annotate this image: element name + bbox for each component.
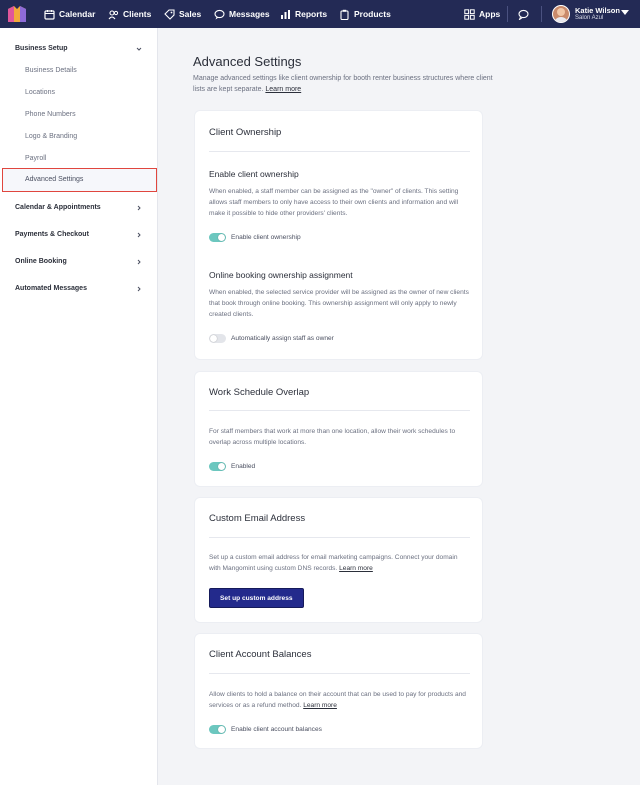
work-schedule-toggle-row[interactable]: Enabled [209, 462, 255, 471]
setting-description: When enabled, the selected service provi… [209, 289, 469, 318]
chat-bubble-icon [518, 9, 529, 20]
sidebar-item-business-details[interactable]: Business Details [25, 67, 77, 74]
card-title: Client Account Balances [209, 649, 312, 660]
tag-icon [164, 8, 175, 20]
setting-description: Set up a custom email address for email … [209, 554, 458, 572]
card-title: Work Schedule Overlap [209, 387, 310, 398]
chevron-down-icon[interactable] [621, 10, 629, 15]
client-ownership-card: Client Ownership Enable client ownership… [194, 110, 483, 360]
page-title: Advanced Settings [193, 54, 302, 69]
chevron-right-icon[interactable] [136, 205, 142, 211]
sidebar-item-advanced-settings[interactable]: Advanced Settings [2, 168, 157, 192]
chat-button[interactable] [518, 0, 533, 28]
sidebar-item-logo-branding[interactable]: Logo & Branding [25, 133, 77, 140]
nav-clients[interactable]: Clients [108, 0, 151, 28]
chevron-down-icon[interactable] [136, 46, 142, 52]
setting-description: When enabled, a staff member can be assi… [209, 188, 459, 217]
nav-apps[interactable]: Apps [464, 0, 500, 28]
card-title: Custom Email Address [209, 513, 306, 524]
learn-more-link[interactable]: Learn more [339, 565, 373, 572]
top-navigation-bar: Calendar Clients Sales Messages Reports … [0, 0, 640, 28]
sidebar-item-phone-numbers[interactable]: Phone Numbers [25, 111, 76, 118]
chevron-right-icon[interactable] [136, 232, 142, 238]
divider [209, 410, 470, 411]
sidebar-section-automated-messages[interactable]: Automated Messages [15, 285, 87, 292]
calendar-icon [44, 9, 55, 20]
sidebar-section-payments-checkout[interactable]: Payments & Checkout [15, 231, 89, 238]
chevron-right-icon[interactable] [136, 259, 142, 265]
work-schedule-overlap-card: Work Schedule Overlap For staff members … [194, 371, 483, 487]
clients-icon [108, 9, 119, 20]
setting-description: Allow clients to hold a balance on their… [209, 691, 466, 709]
sidebar: Business Setup Business Details Location… [0, 28, 158, 785]
user-org: Salon Azul [575, 14, 604, 21]
chat-icon [214, 9, 225, 20]
nav-reports[interactable]: Reports [280, 0, 327, 28]
setting-title: Enable client ownership [209, 169, 299, 179]
avatar [552, 5, 570, 23]
auto-assign-owner-toggle[interactable] [209, 334, 226, 343]
divider [209, 673, 470, 674]
work-schedule-overlap-toggle[interactable] [209, 462, 226, 471]
divider [209, 151, 470, 152]
sidebar-item-locations[interactable]: Locations [25, 89, 55, 96]
setting-title: Online booking ownership assignment [209, 270, 353, 280]
nav-calendar[interactable]: Calendar [44, 0, 95, 28]
sidebar-section-business-setup[interactable]: Business Setup [15, 45, 68, 52]
nav-messages[interactable]: Messages [214, 0, 270, 28]
chevron-right-icon[interactable] [136, 286, 142, 292]
setup-custom-address-button[interactable]: Set up custom address [209, 588, 304, 608]
nav-divider [507, 6, 508, 22]
auto-assign-owner-toggle-row[interactable]: Automatically assign staff as owner [209, 334, 334, 343]
sidebar-item-payroll[interactable]: Payroll [25, 155, 46, 162]
enable-client-ownership-toggle-row[interactable]: Enable client ownership [209, 233, 301, 242]
custom-email-card: Custom Email Address Set up a custom ema… [194, 497, 483, 623]
nav-sales[interactable]: Sales [164, 0, 201, 28]
setting-description: For staff members that work at more than… [209, 428, 456, 446]
sidebar-section-calendar-appointments[interactable]: Calendar & Appointments [15, 204, 101, 211]
user-menu[interactable]: Katie Wilson Salon Azul [552, 4, 620, 24]
account-balances-toggle-row[interactable]: Enable client account balances [209, 725, 322, 734]
user-name: Katie Wilson [575, 5, 620, 15]
page-description: Manage advanced settings like client own… [193, 75, 493, 93]
card-title: Client Ownership [209, 127, 282, 138]
apps-grid-icon [464, 8, 475, 20]
nav-products[interactable]: Products [339, 0, 391, 28]
divider [209, 537, 470, 538]
mangomint-logo[interactable] [8, 6, 26, 22]
learn-more-link[interactable]: Learn more [265, 86, 301, 93]
learn-more-link[interactable]: Learn more [303, 702, 337, 709]
client-account-balances-toggle[interactable] [209, 725, 226, 734]
clipboard-icon [339, 9, 350, 20]
client-account-balances-card: Client Account Balances Allow clients to… [194, 633, 483, 749]
sidebar-section-online-booking[interactable]: Online Booking [15, 258, 67, 265]
nav-divider [541, 6, 542, 22]
enable-client-ownership-toggle[interactable] [209, 233, 226, 242]
bar-chart-icon [280, 9, 291, 20]
